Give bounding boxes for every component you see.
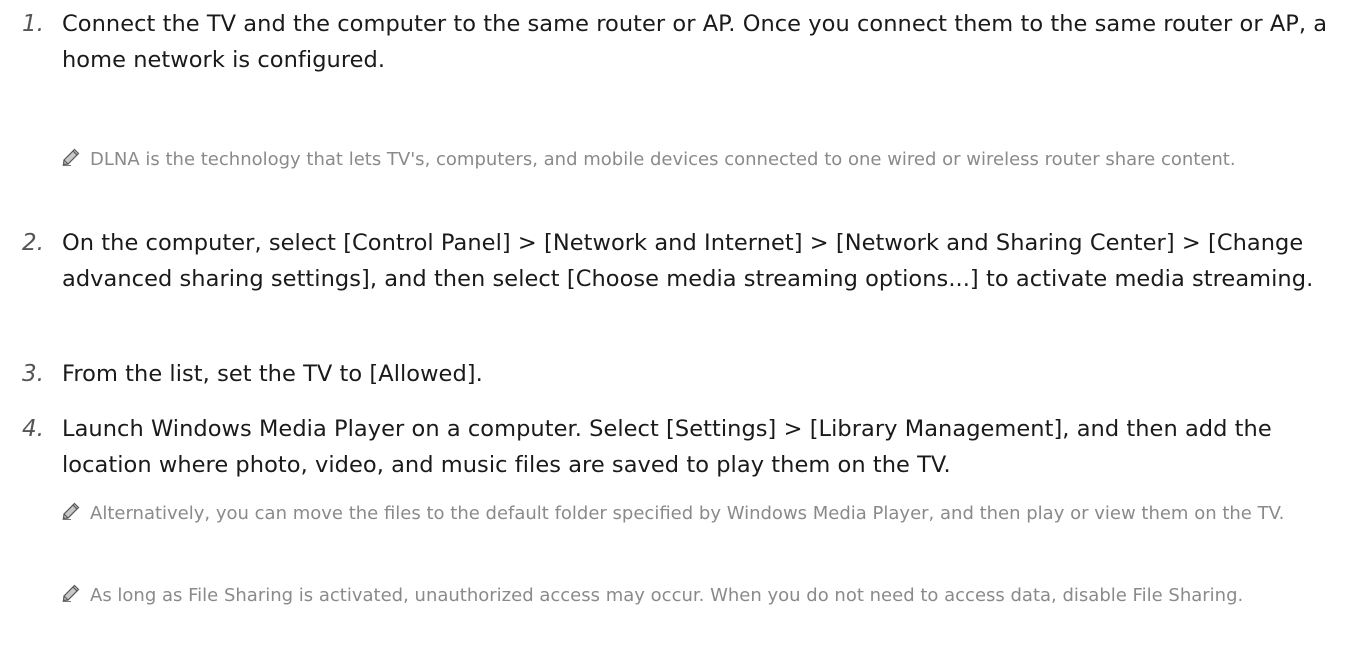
- step-number: 4.: [22, 416, 44, 442]
- note-text: DLNA is the technology that lets TV's, c…: [90, 149, 1236, 170]
- step-text: Connect the TV and the computer to the s…: [62, 11, 1328, 73]
- pencil-icon: [62, 584, 80, 602]
- step-text: Launch Windows Media Player on a compute…: [62, 416, 1272, 478]
- step-text: From the list, set the TV to [Allowed].: [62, 361, 483, 387]
- step-number: 2.: [22, 230, 44, 256]
- step-number: 1.: [22, 11, 44, 37]
- pencil-icon: [62, 148, 80, 166]
- note-text: As long as File Sharing is activated, un…: [90, 585, 1244, 606]
- pencil-icon: [62, 502, 80, 520]
- step-number: 3.: [22, 361, 44, 387]
- step-text: On the computer, select [Control Panel] …: [62, 230, 1314, 292]
- instructions-page: 1. Connect the TV and the computer to th…: [0, 0, 1371, 645]
- note-text: Alternatively, you can move the files to…: [90, 503, 1285, 524]
